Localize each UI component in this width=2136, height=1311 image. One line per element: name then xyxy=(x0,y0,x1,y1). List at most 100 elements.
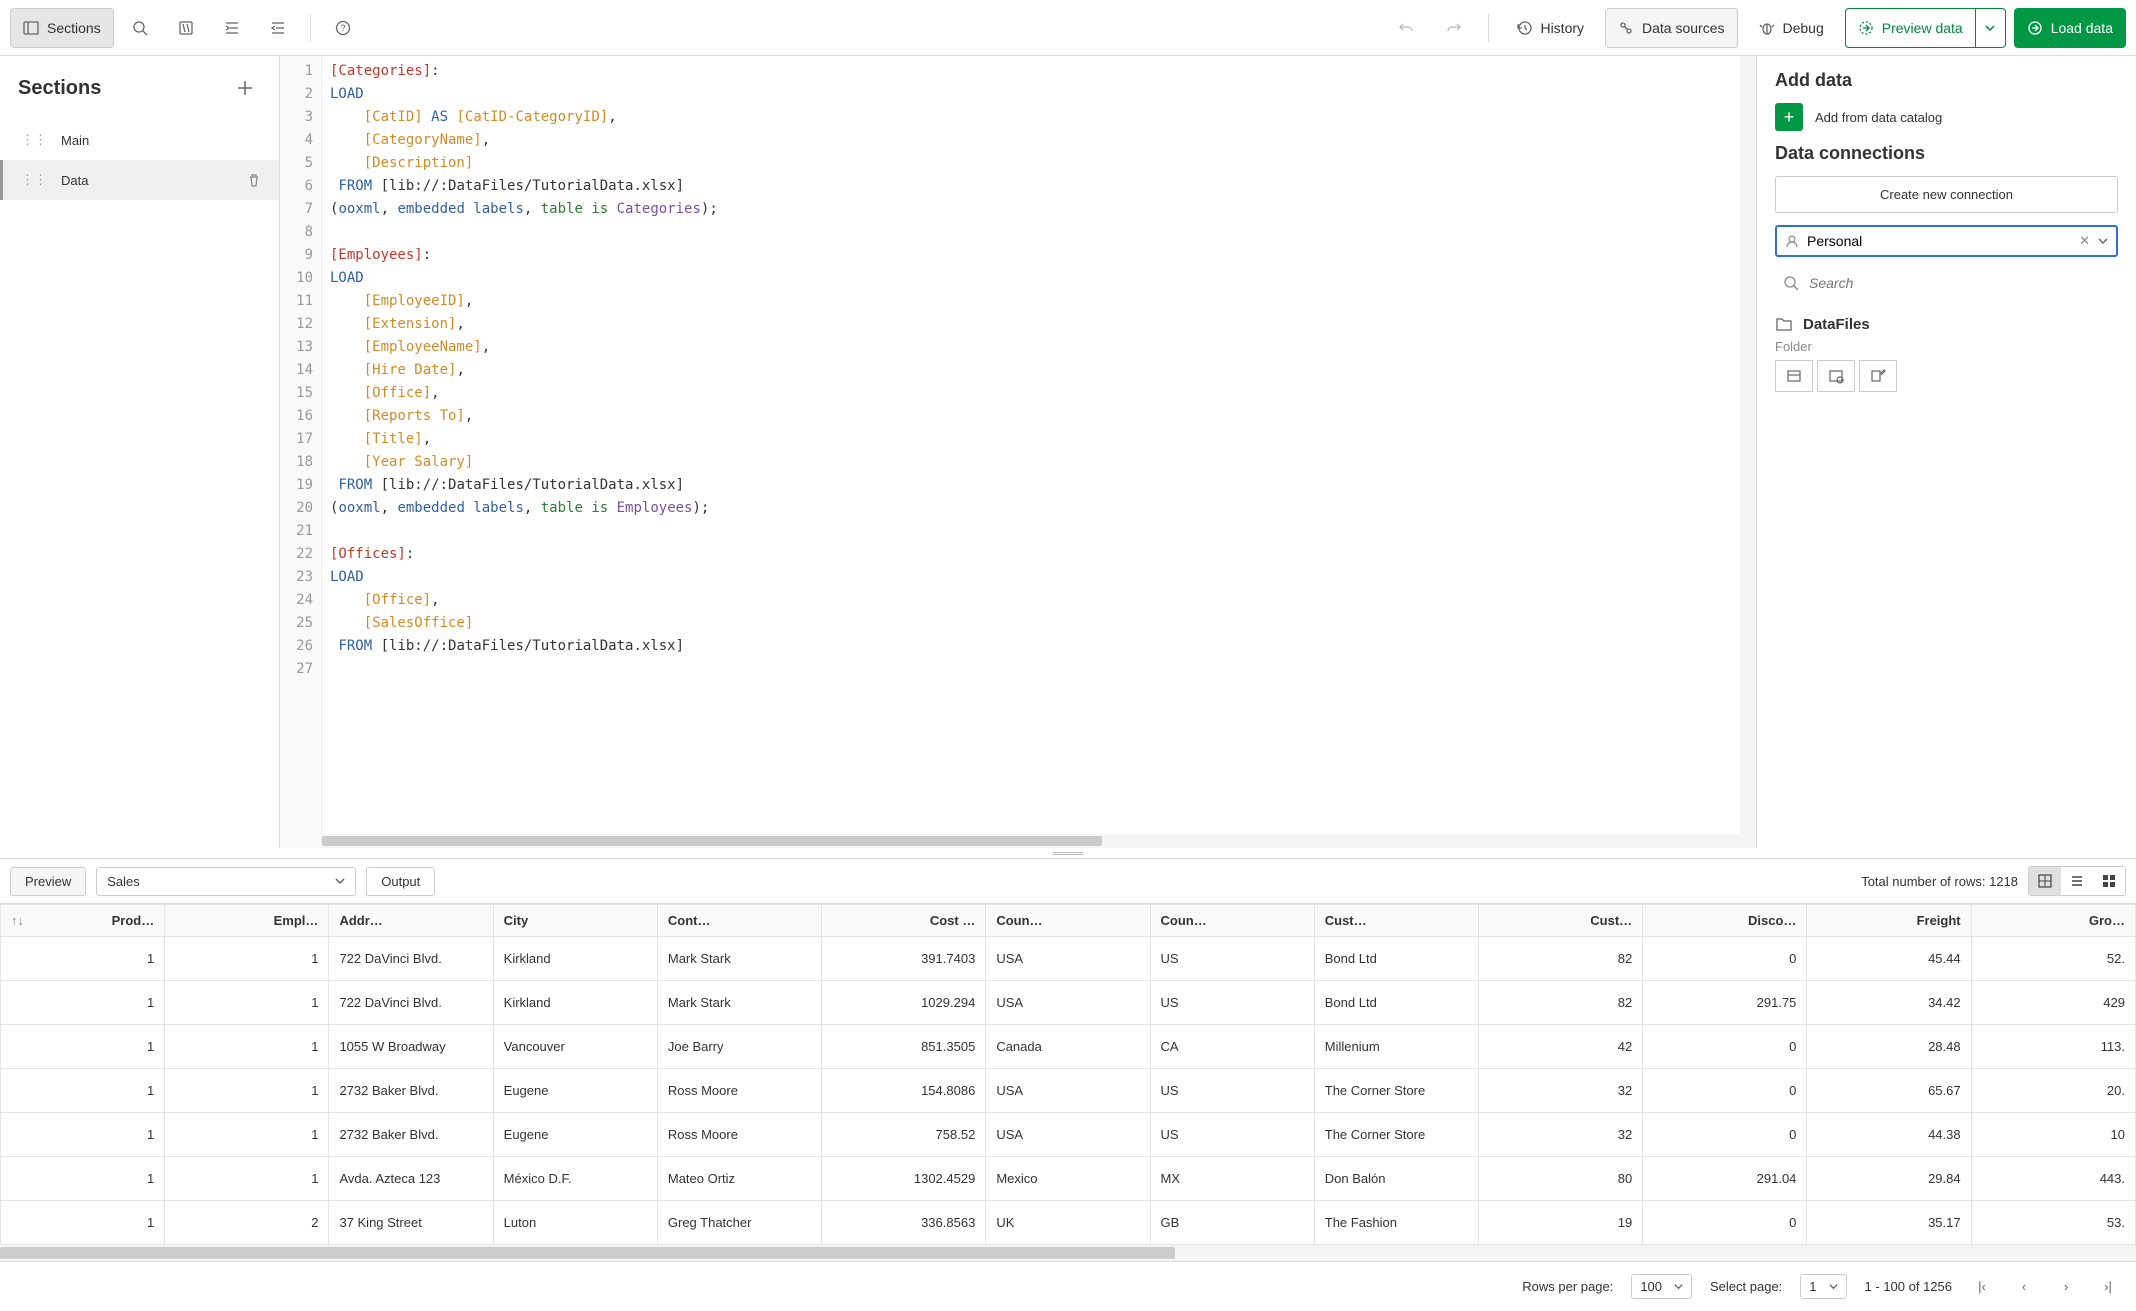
editor-horizontal-scrollbar[interactable] xyxy=(322,834,1740,848)
table-row[interactable]: 11722 DaVinci Blvd.KirklandMark Stark391… xyxy=(1,937,2136,981)
table-row[interactable]: 11Avda. Azteca 123México D.F.Mateo Ortiz… xyxy=(1,1157,2136,1201)
panel-left-icon xyxy=(23,20,39,36)
plus-icon xyxy=(236,79,254,97)
load-data-button[interactable]: Load data xyxy=(2014,8,2126,48)
space-filter-dropdown[interactable]: ✕ xyxy=(1775,225,2118,257)
chevron-down-icon xyxy=(335,876,345,886)
table-horizontal-scrollbar[interactable] xyxy=(0,1245,2136,1261)
preview-data-caret[interactable] xyxy=(1976,8,2006,48)
outdent-icon xyxy=(270,20,286,36)
page-range: 1 - 100 of 1256 xyxy=(1865,1279,1952,1294)
select-data-button[interactable] xyxy=(1817,360,1855,392)
history-button[interactable]: History xyxy=(1503,8,1597,48)
line-gutter: 1234567891011121314151617181920212223242… xyxy=(280,56,322,848)
sections-toggle-button[interactable]: Sections xyxy=(10,8,114,48)
sidebar-item-main[interactable]: ⋮⋮ Main xyxy=(0,120,279,160)
preview-data-button[interactable]: Preview data xyxy=(1845,8,1976,48)
clear-icon[interactable]: ✕ xyxy=(2079,233,2090,249)
indent-icon xyxy=(224,20,240,36)
connection-type: Folder xyxy=(1775,339,2118,354)
connection-search-input[interactable] xyxy=(1809,275,2110,291)
preview-tab[interactable]: Preview xyxy=(10,867,86,896)
redo-button[interactable] xyxy=(1434,8,1474,48)
col-addr[interactable]: Addr… xyxy=(329,905,493,937)
section-label: Data xyxy=(61,173,88,188)
col-counc[interactable]: Coun… xyxy=(1150,905,1314,937)
code-editor[interactable]: 1234567891011121314151617181920212223242… xyxy=(280,56,1756,848)
sidebar-title: Sections xyxy=(18,77,101,100)
rows-per-page-label: Rows per page: xyxy=(1522,1279,1613,1294)
connection-datafiles[interactable]: DataFiles Folder xyxy=(1775,309,2118,392)
view-list-button[interactable] xyxy=(2061,867,2093,895)
first-page-button[interactable]: |‹ xyxy=(1970,1275,1994,1299)
preview-table[interactable]: ↑↓ Prod…Empl…Addr…CityCont…Cost …Coun…Co… xyxy=(0,904,2136,1245)
add-data-heading: Add data xyxy=(1775,70,2118,91)
table-row[interactable]: 11722 DaVinci Blvd.KirklandMark Stark102… xyxy=(1,981,2136,1025)
add-from-catalog-button[interactable]: + Add from data catalog xyxy=(1775,103,2118,131)
output-tab[interactable]: Output xyxy=(366,867,435,896)
table-row[interactable]: 112732 Baker Blvd.EugeneRoss Moore758.52… xyxy=(1,1113,2136,1157)
load-data-label: Load data xyxy=(2051,20,2113,36)
table-row[interactable]: 1237 King StreetLutonGreg Thatcher336.85… xyxy=(1,1201,2136,1245)
undo-button[interactable] xyxy=(1386,8,1426,48)
plus-icon: + xyxy=(1775,103,1803,131)
help-button[interactable]: ? xyxy=(323,8,363,48)
view-card-button[interactable] xyxy=(2093,867,2125,895)
col-city[interactable]: City xyxy=(493,905,657,937)
toolbar: Sections ? xyxy=(0,0,2136,56)
chevron-down-icon[interactable] xyxy=(2098,236,2108,246)
history-label: History xyxy=(1540,20,1584,36)
edit-connection-button[interactable] xyxy=(1859,360,1897,392)
preview-data-label: Preview data xyxy=(1882,20,1963,36)
next-page-button[interactable]: › xyxy=(2054,1275,2078,1299)
col-freight[interactable]: Freight xyxy=(1807,905,1971,937)
insert-connection-button[interactable] xyxy=(1775,360,1813,392)
edit-icon xyxy=(1870,368,1886,384)
col-cont[interactable]: Cont… xyxy=(657,905,821,937)
vertical-splitter[interactable] xyxy=(0,848,2136,858)
col-custn[interactable]: Cust… xyxy=(1478,905,1642,937)
pager: Rows per page: 100 Select page: 1 1 - 10… xyxy=(0,1261,2136,1311)
col-cust[interactable]: Cust… xyxy=(1314,905,1478,937)
indent-button[interactable] xyxy=(212,8,252,48)
preview-table-select[interactable]: Sales xyxy=(96,867,356,896)
rows-per-page-select[interactable]: 100 xyxy=(1631,1274,1692,1299)
table-row[interactable]: 111055 W BroadwayVancouverJoe Barry851.3… xyxy=(1,1025,2136,1069)
col-coun[interactable]: Coun… xyxy=(986,905,1150,937)
chevron-down-icon xyxy=(1829,1282,1838,1291)
last-page-button[interactable]: ›| xyxy=(2096,1275,2120,1299)
prev-page-button[interactable]: ‹ xyxy=(2012,1275,2036,1299)
section-label: Main xyxy=(61,133,89,148)
create-connection-button[interactable]: Create new connection xyxy=(1775,176,2118,213)
comment-button[interactable] xyxy=(166,8,206,48)
search-icon xyxy=(132,20,148,36)
preview-table-value: Sales xyxy=(107,874,140,889)
col-cost[interactable]: Cost … xyxy=(822,905,986,937)
drag-handle-icon[interactable]: ⋮⋮ xyxy=(21,172,47,188)
view-table-button[interactable] xyxy=(2029,867,2061,895)
editor-vertical-scrollbar[interactable] xyxy=(1740,56,1756,848)
sidebar-item-data[interactable]: ⋮⋮ Data xyxy=(0,160,279,200)
connection-search[interactable] xyxy=(1775,269,2118,297)
col-gro[interactable]: Gro… xyxy=(1971,905,2135,937)
delete-section-button[interactable] xyxy=(247,173,261,187)
search-button[interactable] xyxy=(120,8,160,48)
table-row[interactable]: 112732 Baker Blvd.EugeneRoss Moore154.80… xyxy=(1,1069,2136,1113)
comment-icon xyxy=(178,20,194,36)
col-disc[interactable]: Disco… xyxy=(1643,905,1807,937)
space-filter-input[interactable] xyxy=(1807,233,2071,249)
separator xyxy=(1488,14,1489,42)
folder-icon xyxy=(1775,315,1793,333)
outdent-button[interactable] xyxy=(258,8,298,48)
search-icon xyxy=(1783,275,1799,291)
code-area[interactable]: [Categories]:LOAD [CatID] AS [CatID-Cate… xyxy=(322,56,1740,848)
user-icon xyxy=(1785,234,1799,248)
sections-label: Sections xyxy=(47,20,101,36)
col-prod[interactable]: ↑↓ Prod… xyxy=(1,905,165,937)
select-page-select[interactable]: 1 xyxy=(1800,1274,1846,1299)
data-sources-button[interactable]: Data sources xyxy=(1605,8,1737,48)
col-empl[interactable]: Empl… xyxy=(165,905,329,937)
debug-button[interactable]: Debug xyxy=(1746,8,1837,48)
add-section-button[interactable] xyxy=(229,72,261,104)
drag-handle-icon[interactable]: ⋮⋮ xyxy=(21,132,47,148)
